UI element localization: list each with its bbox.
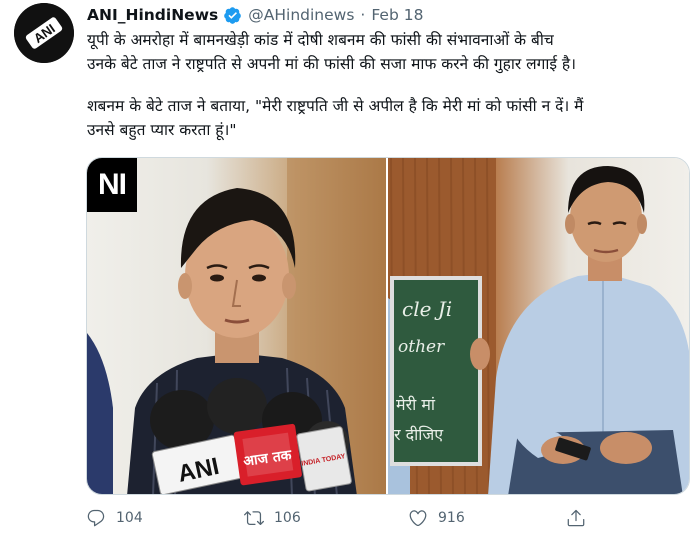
retweet-button[interactable]: 106	[244, 508, 301, 528]
reply-count: 104	[116, 510, 143, 526]
tweet-date[interactable]: Feb 18	[371, 6, 423, 24]
avatar[interactable]: ANI	[14, 3, 74, 63]
board-line: other	[398, 337, 445, 357]
reply-button[interactable]: 104	[86, 508, 143, 528]
heart-icon	[409, 510, 427, 527]
display-name[interactable]: ANI_HindiNews	[87, 6, 218, 24]
like-count: 916	[438, 510, 465, 526]
tweet-text-line: उनके बेटे ताज ने राष्ट्रपति से अपनी मां …	[87, 55, 577, 73]
photo-man-with-board[interactable]: cle Ji other मेरी मां र दीजिए	[388, 158, 689, 494]
tweet-paragraph-1: यूपी के अमरोहा में बामनखेड़ी कांड में दो…	[87, 28, 687, 76]
watermark-text: NI	[98, 168, 127, 201]
ani-logo-icon: ANI	[14, 3, 74, 63]
share-icon	[567, 509, 585, 527]
board-line: मेरी मां	[396, 395, 436, 414]
retweet-count: 106	[274, 510, 301, 526]
separator-dot: ·	[360, 6, 366, 24]
reply-icon	[87, 509, 105, 527]
share-button[interactable]	[566, 508, 596, 528]
tweet-text-line: शबनम के बेटे ताज ने बताया, "मेरी राष्ट्र…	[87, 97, 584, 115]
tweet-header: ANI_HindiNews @AHindinews · Feb 18	[87, 3, 423, 27]
verified-badge-icon	[223, 6, 242, 25]
photo-boy-with-microphones[interactable]: ANI आज तक INDIA TODAY NI	[87, 158, 386, 494]
retweet-icon	[244, 511, 264, 526]
tweet-paragraph-2: शबनम के बेटे ताज ने बताया, "मेरी राष्ट्र…	[87, 94, 687, 142]
tweet-text-line: उनसे बहुत प्यार करता हूं।"	[87, 121, 237, 139]
board-line: र दीजिए	[394, 425, 444, 444]
media-container: ANI आज तक INDIA TODAY NI cle Ji other मे…	[86, 157, 690, 495]
tweet-actions: 104 106 916	[86, 508, 606, 534]
like-button[interactable]: 916	[408, 508, 465, 528]
ani-watermark: NI	[87, 158, 137, 212]
user-handle[interactable]: @AHindinews	[248, 6, 354, 24]
board-line: cle Ji	[402, 297, 452, 321]
tweet-text-line: यूपी के अमरोहा में बामनखेड़ी कांड में दो…	[87, 31, 554, 49]
